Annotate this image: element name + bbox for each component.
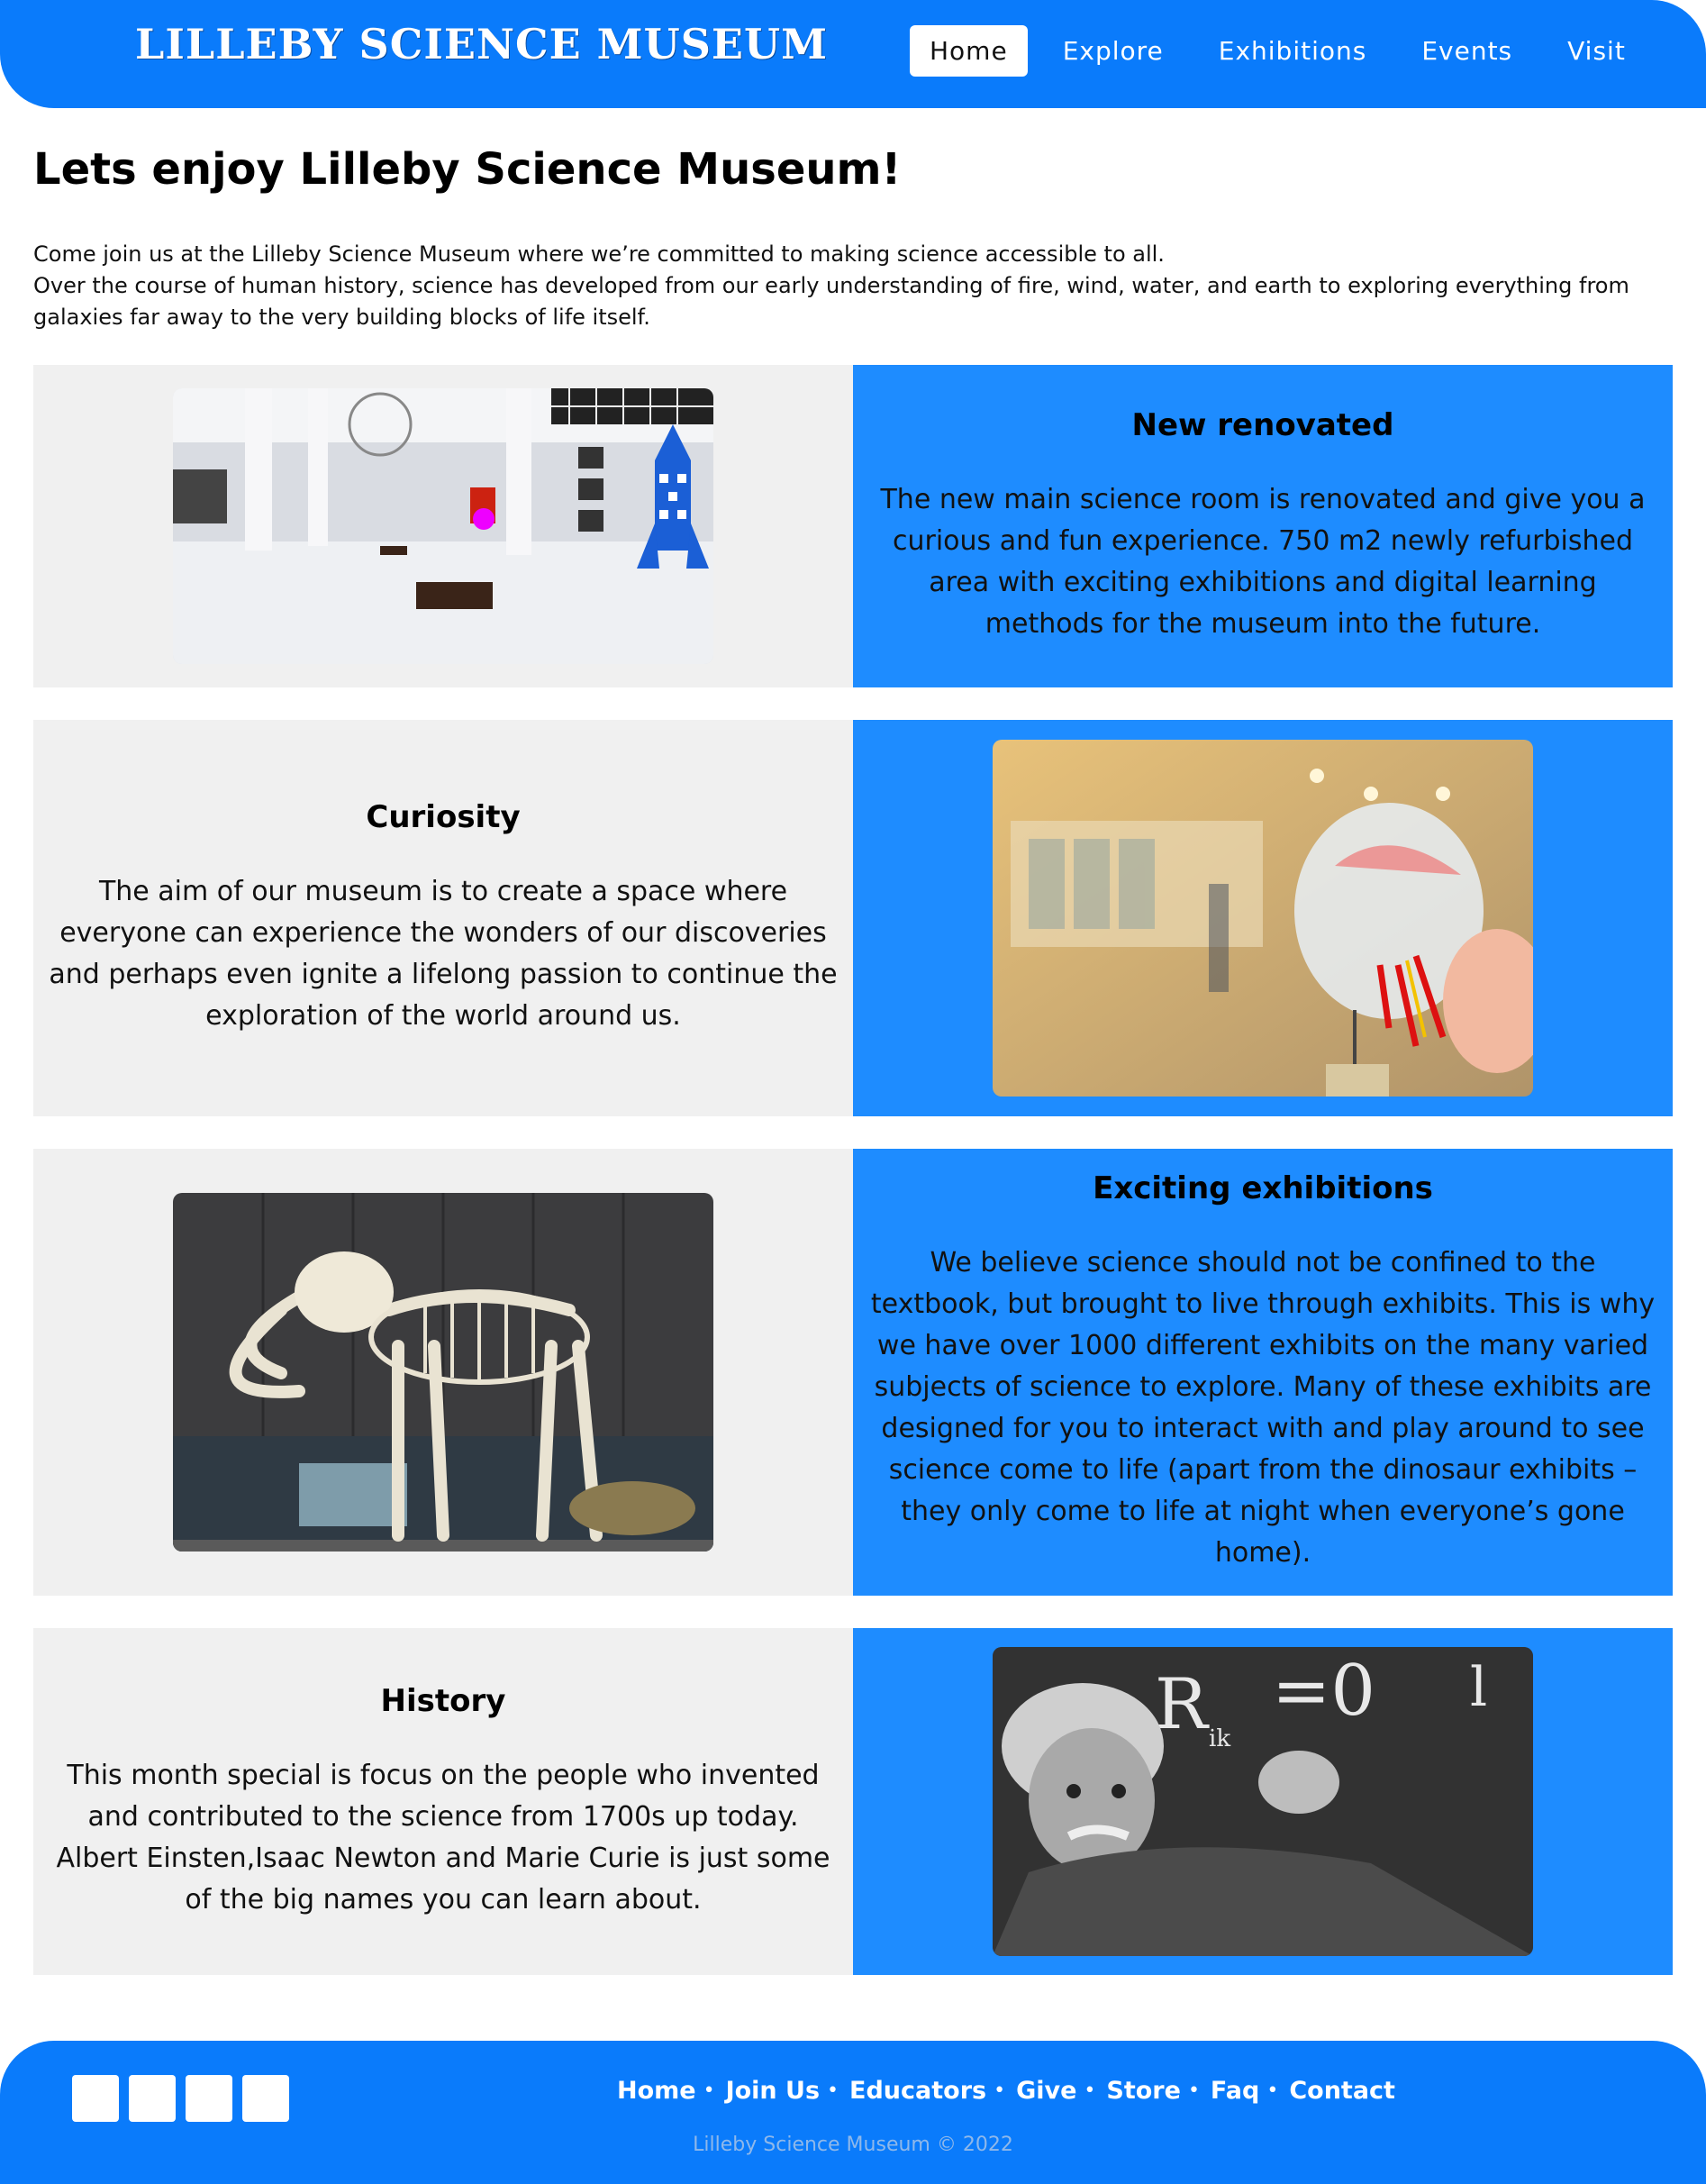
- page-title: Lets enjoy Lilleby Science Museum!: [33, 144, 902, 195]
- footer-link-faq[interactable]: Faq: [1211, 2077, 1259, 2105]
- text-panel: Exciting exhibitions We believe science …: [853, 1149, 1673, 1596]
- image-panel: [33, 1149, 853, 1596]
- nav-explore[interactable]: Explore: [1043, 25, 1184, 77]
- nav-home[interactable]: Home: [910, 25, 1028, 77]
- section-heading: Curiosity: [366, 799, 521, 835]
- museum-hall-image: [173, 388, 713, 664]
- section-text: The new main science room is renovated a…: [880, 484, 1646, 640]
- footer-link-store[interactable]: Store: [1106, 2077, 1181, 2105]
- social-links: [72, 2075, 299, 2122]
- text-panel: History This month special is focus on t…: [33, 1628, 853, 1975]
- section-heading: History: [380, 1682, 506, 1719]
- section-heading: New renovated: [1131, 407, 1394, 443]
- image-panel: [33, 365, 853, 687]
- section-text: This month special is focus on the peopl…: [56, 1759, 830, 1916]
- chalk-subscript: ik: [1209, 1725, 1230, 1752]
- section-heading: Exciting exhibitions: [1093, 1170, 1433, 1206]
- footer-link-join-us[interactable]: Join Us: [726, 2077, 820, 2105]
- section-text: The aim of our museum is to create a spa…: [49, 876, 838, 1032]
- intro-text: Come join us at the Lilleby Science Muse…: [33, 239, 1664, 333]
- image-panel: R ik =0 l: [853, 1628, 1673, 1975]
- image-panel: [853, 720, 1673, 1116]
- chalk-letter: R: [1155, 1664, 1210, 1745]
- footer-link-educators[interactable]: Educators: [849, 2077, 986, 2105]
- mammoth-skeleton-image: [173, 1193, 713, 1552]
- skull-model-image: [993, 740, 1533, 1097]
- social-icon-3[interactable]: [186, 2075, 232, 2122]
- site-footer: Home • Join Us • Educators • Give • Store • F…: [0, 2041, 1706, 2184]
- feature-row-exhibitions: Exciting exhibitions We believe science …: [33, 1149, 1673, 1596]
- text-panel: New renovated The new main science room …: [853, 365, 1673, 687]
- footer-link-home[interactable]: Home: [617, 2077, 696, 2105]
- main-nav: Home Explore Exhibitions Events Visit: [910, 25, 1661, 77]
- site-logo[interactable]: LILLEBY SCIENCE MUSEUM: [135, 20, 828, 68]
- feature-row-renovated: New renovated The new main science room …: [33, 365, 1673, 687]
- chalk-equation: =0: [1272, 1651, 1375, 1732]
- nav-events[interactable]: Events: [1402, 25, 1532, 77]
- site-header: LILLEBY SCIENCE MUSEUM Home Explore Exhi…: [0, 0, 1706, 108]
- copyright-text: Lilleby Science Museum © 2022: [693, 2134, 1013, 2156]
- social-icon-1[interactable]: [72, 2075, 119, 2122]
- intro-line-1: Come join us at the Lilleby Science Muse…: [33, 241, 1165, 267]
- feature-row-history: History This month special is focus on t…: [33, 1628, 1673, 1975]
- scientist-chalkboard-image: R ik =0 l: [993, 1647, 1533, 1956]
- chalk-tail: l: [1470, 1656, 1487, 1719]
- social-icon-2[interactable]: [129, 2075, 176, 2122]
- nav-visit[interactable]: Visit: [1547, 25, 1646, 77]
- social-icon-4[interactable]: [242, 2075, 289, 2122]
- footer-nav: Home • Join Us • Educators • Give • Store • F…: [617, 2077, 1395, 2105]
- feature-row-curiosity: Curiosity The aim of our museum is to cr…: [33, 720, 1673, 1116]
- footer-link-contact[interactable]: Contact: [1289, 2077, 1395, 2105]
- footer-link-give[interactable]: Give: [1016, 2077, 1076, 2105]
- intro-line-2: Over the course of human history, scienc…: [33, 273, 1629, 330]
- section-text: We believe science should not be confine…: [870, 1247, 1656, 1569]
- text-panel: Curiosity The aim of our museum is to cr…: [33, 720, 853, 1116]
- nav-exhibitions[interactable]: Exhibitions: [1199, 25, 1387, 77]
